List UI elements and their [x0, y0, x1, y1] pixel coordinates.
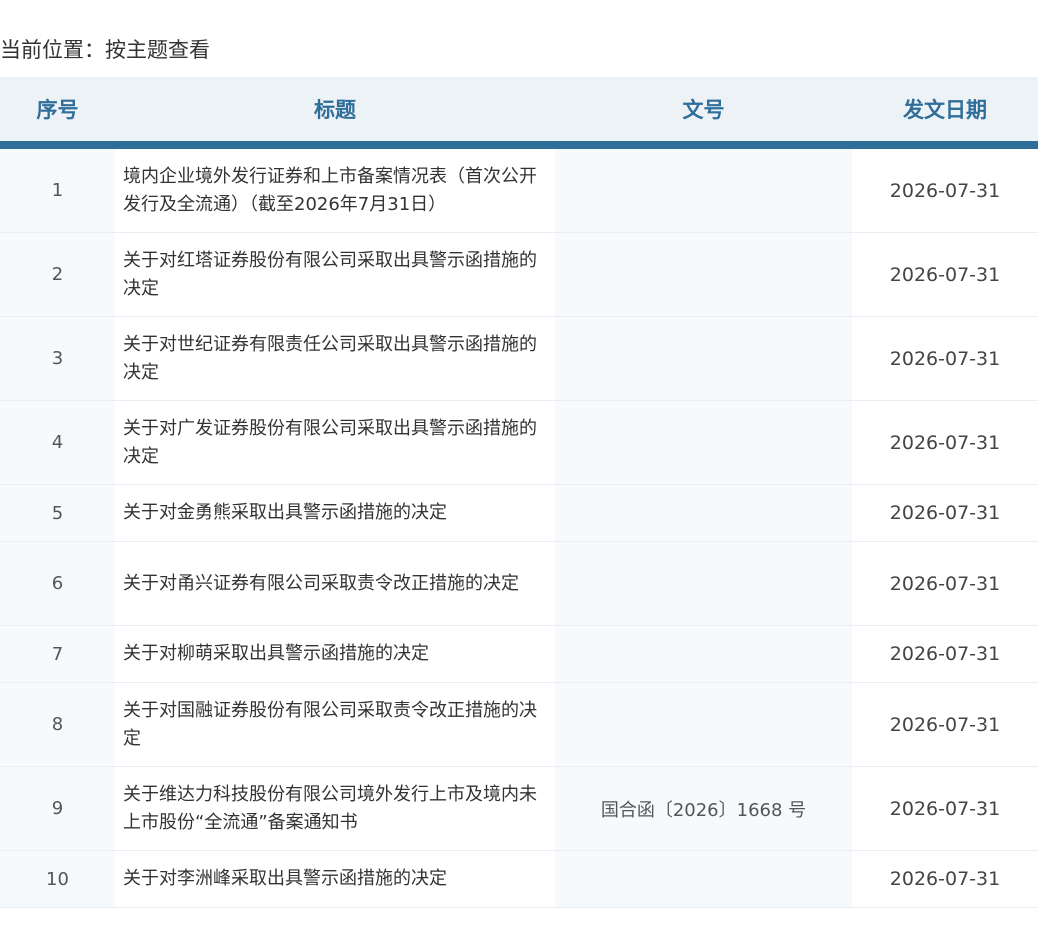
row-title-link[interactable]: 关于对世纪证券有限责任公司采取出具警示函措施的决定 — [115, 317, 555, 400]
row-title-link[interactable]: 境内企业境外发行证券和上市备案情况表（首次公开发行及全流通）（截至2026年7月… — [115, 149, 555, 232]
row-number: 4 — [0, 401, 115, 484]
breadcrumb-label: 当前位置： — [0, 38, 105, 62]
row-date: 2026-07-31 — [852, 485, 1038, 541]
row-docno — [555, 401, 852, 484]
row-title-link[interactable]: 关于对国融证券股份有限公司采取责令改正措施的决定 — [115, 683, 555, 766]
table-row: 2 关于对红塔证券股份有限公司采取出具警示函措施的决定 2026-07-31 — [0, 233, 1038, 317]
row-date: 2026-07-31 — [852, 317, 1038, 400]
row-number: 3 — [0, 317, 115, 400]
table-row: 1 境内企业境外发行证券和上市备案情况表（首次公开发行及全流通）（截至2026年… — [0, 149, 1038, 233]
row-number: 8 — [0, 683, 115, 766]
row-date: 2026-07-31 — [852, 626, 1038, 682]
row-number: 6 — [0, 542, 115, 625]
row-docno — [555, 683, 852, 766]
row-title-link[interactable]: 关于对李洲峰采取出具警示函措施的决定 — [115, 851, 555, 907]
row-number: 7 — [0, 626, 115, 682]
row-title-link[interactable]: 关于对甬兴证券有限公司采取责令改正措施的决定 — [115, 542, 555, 625]
row-docno: 国合函〔2026〕1668 号 — [555, 767, 852, 850]
breadcrumb-current: 按主题查看 — [105, 38, 210, 62]
row-docno — [555, 851, 852, 907]
row-number: 2 — [0, 233, 115, 316]
row-date: 2026-07-31 — [852, 851, 1038, 907]
row-number: 10 — [0, 851, 115, 907]
table-row: 4 关于对广发证券股份有限公司采取出具警示函措施的决定 2026-07-31 — [0, 401, 1038, 485]
table-row: 6 关于对甬兴证券有限公司采取责令改正措施的决定 2026-07-31 — [0, 542, 1038, 626]
row-docno — [555, 233, 852, 316]
row-title-link[interactable]: 关于维达力科技股份有限公司境外发行上市及境内未上市股份“全流通”备案通知书 — [115, 767, 555, 850]
table-row: 5 关于对金勇熊采取出具警示函措施的决定 2026-07-31 — [0, 485, 1038, 542]
header-no: 序号 — [36, 98, 79, 122]
document-table: 序号 标题 文号 发文日期 1 境内企业境外发行证券和上市备案情况表（首次公开发… — [0, 77, 1038, 908]
row-date: 2026-07-31 — [852, 149, 1038, 232]
row-date: 2026-07-31 — [852, 401, 1038, 484]
row-title-link[interactable]: 关于对金勇熊采取出具警示函措施的决定 — [115, 485, 555, 541]
header-title: 标题 — [314, 98, 356, 122]
row-number: 1 — [0, 149, 115, 232]
row-title-link[interactable]: 关于对红塔证券股份有限公司采取出具警示函措施的决定 — [115, 233, 555, 316]
row-docno — [555, 317, 852, 400]
row-date: 2026-07-31 — [852, 542, 1038, 625]
table-row: 9 关于维达力科技股份有限公司境外发行上市及境内未上市股份“全流通”备案通知书 … — [0, 767, 1038, 851]
row-docno — [555, 626, 852, 682]
page: 当前位置：按主题查看 序号 标题 文号 发文日期 1 境内企业境外发行证券和上市… — [0, 0, 1062, 929]
table-row: 3 关于对世纪证券有限责任公司采取出具警示函措施的决定 2026-07-31 — [0, 317, 1038, 401]
breadcrumb: 当前位置：按主题查看 — [0, 34, 210, 64]
row-title-link[interactable]: 关于对柳萌采取出具警示函措施的决定 — [115, 626, 555, 682]
row-number: 9 — [0, 767, 115, 850]
table-header: 序号 标题 文号 发文日期 — [0, 77, 1038, 149]
row-number: 5 — [0, 485, 115, 541]
row-date: 2026-07-31 — [852, 233, 1038, 316]
table-row: 10 关于对李洲峰采取出具警示函措施的决定 2026-07-31 — [0, 851, 1038, 908]
table-row: 8 关于对国融证券股份有限公司采取责令改正措施的决定 2026-07-31 — [0, 683, 1038, 767]
row-title-link[interactable]: 关于对广发证券股份有限公司采取出具警示函措施的决定 — [115, 401, 555, 484]
row-docno — [555, 542, 852, 625]
row-date: 2026-07-31 — [852, 767, 1038, 850]
header-docno: 文号 — [682, 98, 725, 122]
row-date: 2026-07-31 — [852, 683, 1038, 766]
header-date: 发文日期 — [903, 98, 987, 122]
row-docno — [555, 485, 852, 541]
table-row: 7 关于对柳萌采取出具警示函措施的决定 2026-07-31 — [0, 626, 1038, 683]
row-docno — [555, 149, 852, 232]
